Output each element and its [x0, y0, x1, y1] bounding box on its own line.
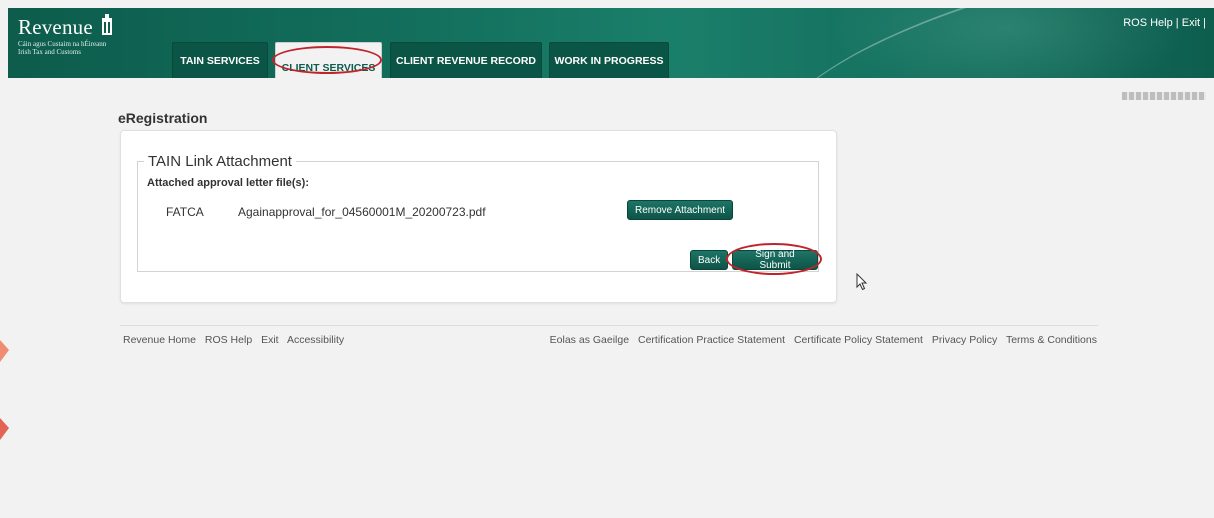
user-id-redacted [1122, 92, 1206, 100]
attachment-card: TAIN Link Attachment Attached approval l… [120, 130, 837, 303]
mouse-cursor-icon [856, 273, 868, 291]
footer-link-certificate-policy[interactable]: Certificate Policy Statement [794, 334, 923, 346]
tab-client-revenue-record[interactable]: CLIENT REVENUE RECORD [390, 42, 542, 78]
harp-icon [102, 14, 113, 35]
tab-label: TAIN SERVICES [180, 54, 260, 67]
top-links: ROS Help | Exit | [1123, 17, 1206, 29]
tab-client-services[interactable]: CLIENT SERVICES [275, 42, 382, 78]
file-type: FATCA [166, 205, 204, 219]
revenue-logo[interactable]: Revenue Cáin agus Custaim na hÉireann Ir… [18, 14, 114, 56]
brand-sub-english: Irish Tax and Customs [18, 48, 81, 56]
attached-files-label: Attached approval letter file(s): [147, 177, 309, 189]
footer-left-links: Revenue Home ROS Help Exit Accessibility [123, 334, 350, 346]
footer-link-certification-practice[interactable]: Certification Practice Statement [638, 334, 785, 346]
remove-attachment-button[interactable]: Remove Attachment [627, 200, 734, 220]
page: Revenue Cáin agus Custaim na hÉireann Ir… [8, 8, 1214, 518]
brand-sub-irish: Cáin agus Custaim na hÉireann [18, 40, 107, 48]
footer-link-revenue-home[interactable]: Revenue Home [123, 334, 196, 346]
ros-help-link[interactable]: ROS Help [1123, 17, 1173, 29]
file-name: Againapproval_for_04560001M_20200723.pdf [238, 205, 486, 219]
footer-link-exit[interactable]: Exit [261, 334, 279, 346]
tab-work-in-progress[interactable]: WORK IN PROGRESS [549, 42, 669, 78]
exit-link[interactable]: Exit [1182, 17, 1200, 29]
footer-divider [120, 325, 1098, 326]
tab-label: WORK IN PROGRESS [554, 54, 664, 67]
header-banner: Revenue Cáin agus Custaim na hÉireann Ir… [8, 8, 1214, 78]
footer-right-links: Eolas as Gaeilge Certification Practice … [550, 334, 1097, 346]
top-link-separator: | [1200, 17, 1206, 29]
highlight-oval [726, 243, 822, 275]
fieldset-legend: TAIN Link Attachment [148, 153, 292, 170]
back-button[interactable]: Back [690, 250, 729, 270]
tab-tain-services[interactable]: TAIN SERVICES [172, 42, 268, 78]
tab-label: CLIENT SERVICES [281, 61, 376, 74]
footer-link-terms-conditions[interactable]: Terms & Conditions [1006, 334, 1097, 346]
footer-link-eolas-as-gaeilge[interactable]: Eolas as Gaeilge [550, 334, 629, 346]
footer-link-privacy-policy[interactable]: Privacy Policy [932, 334, 997, 346]
red-arrow-marker [0, 340, 9, 440]
footer-link-accessibility[interactable]: Accessibility [287, 334, 344, 346]
footer-link-ros-help[interactable]: ROS Help [205, 334, 252, 346]
page-title: eRegistration [118, 110, 208, 126]
tab-label: CLIENT REVENUE RECORD [395, 54, 536, 67]
attachment-fieldset: TAIN Link Attachment Attached approval l… [137, 153, 822, 275]
top-link-separator: | [1172, 17, 1182, 29]
brand-name: Revenue [18, 15, 93, 39]
